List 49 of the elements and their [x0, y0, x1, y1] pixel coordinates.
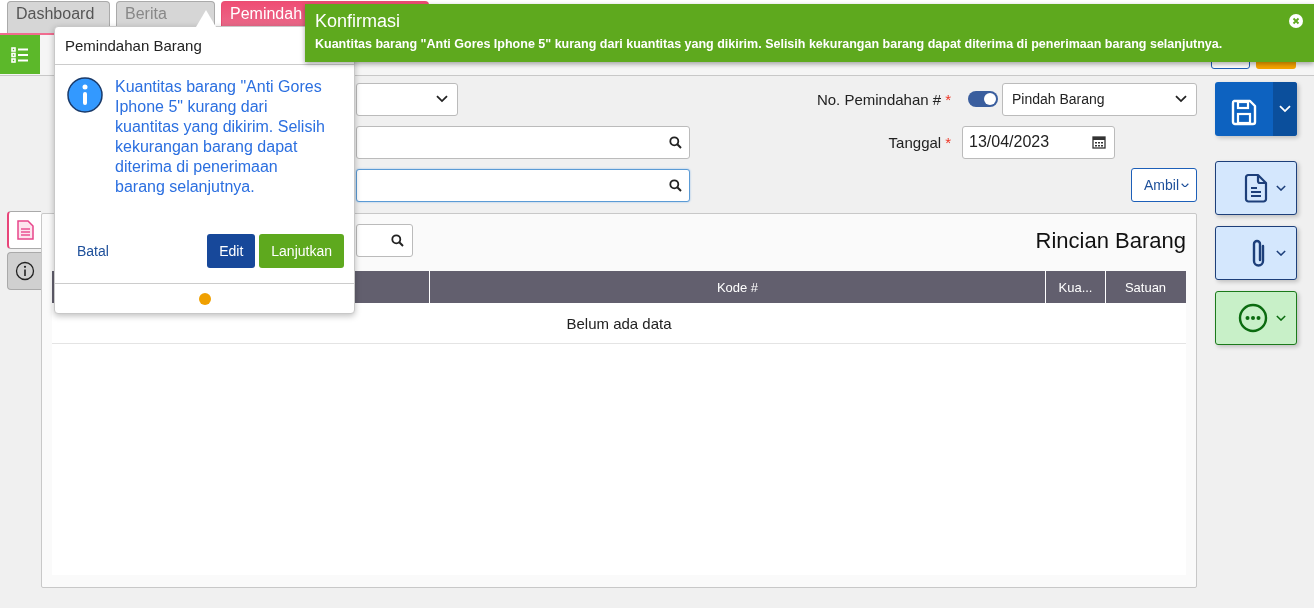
search-icon — [669, 178, 682, 192]
toast-title: Konfirmasi — [315, 11, 401, 32]
save-button[interactable] — [1215, 82, 1297, 136]
pager-dot[interactable] — [198, 292, 211, 305]
chevron-down-icon — [1276, 250, 1286, 256]
chevron-down-icon — [1181, 182, 1189, 188]
search-icon — [669, 135, 682, 149]
panel-title: Rincian Barang — [1035, 227, 1186, 254]
list-icon — [11, 46, 29, 63]
chevron-down-icon — [1276, 185, 1286, 191]
more-options-button[interactable] — [1215, 291, 1297, 345]
tab[interactable]: Dashboard — [7, 1, 110, 33]
search-field[interactable] — [356, 125, 690, 159]
search-field[interactable] — [356, 168, 690, 202]
attachment-button[interactable] — [1215, 226, 1297, 280]
search-icon — [391, 234, 404, 247]
dropdown-toggle[interactable] — [1273, 82, 1297, 136]
calendar-icon — [1092, 135, 1106, 149]
save-icon — [1230, 98, 1258, 126]
column-header: Kua... — [1045, 271, 1105, 303]
document-icon — [1244, 173, 1268, 203]
toast-message: Kuantitas barang "Anti Gores Iphone 5" kurang dari kuantitas yang dikirim. Selisih kekurangan barang dapat diterima di penerimaan barang selanjutnya. — [315, 37, 1223, 51]
chevron-down-icon — [1279, 105, 1291, 113]
column-header: Satuan — [1105, 271, 1185, 303]
chevron-down-icon — [436, 95, 448, 103]
fetch-button[interactable]: Ambil — [1131, 168, 1197, 202]
field-label: No. Pemindahan # * — [816, 90, 951, 108]
popover-message: Kuantitas barang "Anti Gores Iphone 5" kurang dari kuantitas yang dikirim. Selisih kekurangan barang dapat diterima di penerimaan barang selanjutnya. — [115, 77, 326, 197]
popover-title: Pemindahan Barang — [65, 37, 202, 54]
more-icon — [1238, 303, 1268, 333]
info-icon — [14, 261, 35, 281]
info-icon — [67, 77, 103, 113]
field-label: Tanggal * — [888, 133, 951, 151]
document-icon — [16, 220, 34, 240]
chevron-down-icon — [1175, 95, 1187, 103]
cancel-link[interactable]: Batal — [67, 234, 119, 268]
chevron-down-icon — [1276, 315, 1286, 321]
search-field[interactable] — [356, 224, 413, 257]
edit-button[interactable]: Edit — [207, 234, 256, 268]
list-view-button[interactable] — [0, 35, 40, 74]
select-field[interactable] — [356, 82, 458, 116]
empty-message: Belum ada data — [566, 314, 672, 332]
document-menu-button[interactable] — [1215, 161, 1297, 215]
side-tab[interactable] — [7, 252, 41, 290]
close-icon[interactable] — [1289, 14, 1303, 28]
date-field[interactable]: 13/04/2023 — [962, 125, 1115, 159]
column-header: Kode # — [429, 271, 1045, 303]
toggle-switch[interactable] — [968, 91, 998, 107]
select-field[interactable]: Pindah Barang — [1002, 82, 1197, 116]
